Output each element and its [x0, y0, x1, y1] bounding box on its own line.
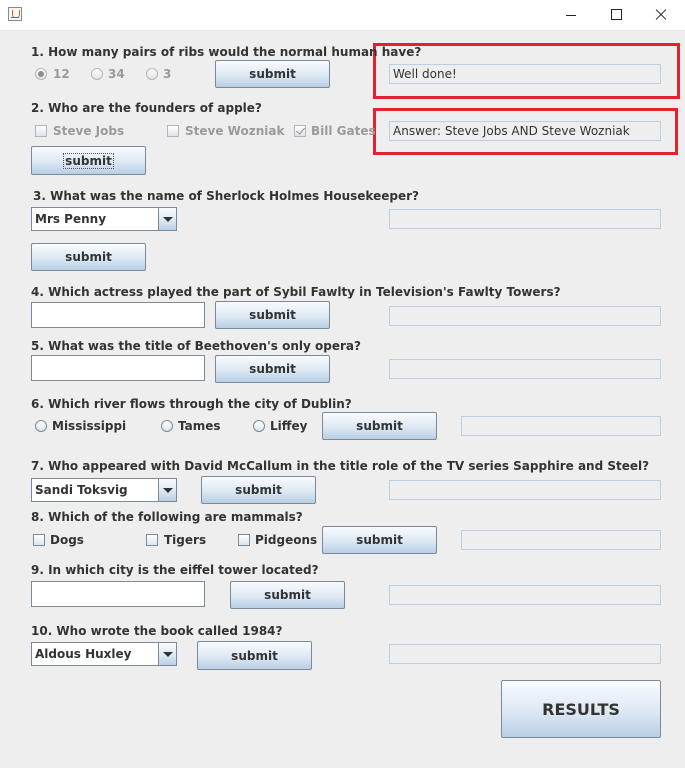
- q1-option-12-label: 12: [53, 67, 70, 81]
- q1-radio-12[interactable]: [35, 68, 47, 80]
- java-app-icon: [8, 7, 22, 21]
- q6-radio-liffey[interactable]: [253, 420, 265, 432]
- q2-option-steve-wozniak-label: Steve Wozniak: [185, 124, 285, 138]
- q6-feedback-field: [461, 416, 661, 436]
- q3-combo-box[interactable]: Mrs Penny: [31, 207, 177, 231]
- q1-feedback-field: Well done!: [389, 64, 661, 84]
- results-button[interactable]: RESULTS: [501, 680, 661, 738]
- question-4-label: 4. Which actress played the part of Sybi…: [31, 285, 561, 299]
- q4-answer-input[interactable]: [31, 302, 205, 328]
- q5-feedback-field: [389, 359, 661, 379]
- q8-checkbox-dogs[interactable]: [33, 534, 45, 546]
- q8-submit-button[interactable]: submit: [322, 526, 437, 554]
- question-8-label: 8. Which of the following are mammals?: [31, 510, 303, 524]
- q6-submit-button[interactable]: submit: [322, 412, 437, 440]
- q2-checkbox-steve-jobs[interactable]: [35, 125, 47, 137]
- chevron-down-icon[interactable]: [158, 479, 176, 501]
- q10-submit-button[interactable]: submit: [197, 641, 312, 670]
- minimize-icon[interactable]: [548, 0, 594, 30]
- q3-feedback-field: [389, 209, 661, 229]
- q8-checkbox-pidgeons[interactable]: [238, 534, 250, 546]
- q10-feedback-field: [389, 644, 661, 664]
- q7-submit-button[interactable]: submit: [201, 476, 316, 504]
- q3-submit-button[interactable]: submit: [31, 243, 146, 271]
- question-1-label: 1. How many pairs of ribs would the norm…: [31, 45, 422, 59]
- q10-combo-box[interactable]: Aldous Huxley: [31, 642, 177, 666]
- q9-answer-input[interactable]: [31, 581, 205, 607]
- maximize-icon[interactable]: [593, 0, 639, 30]
- q9-submit-button[interactable]: submit: [230, 581, 345, 609]
- question-7-label: 7. Who appeared with David McCallum in t…: [31, 459, 650, 473]
- q8-option-dogs-label: Dogs: [50, 533, 84, 547]
- close-icon[interactable]: [638, 0, 684, 30]
- q2-option-bill-gates-label: Bill Gates: [311, 124, 376, 138]
- q8-feedback-field: [461, 530, 661, 550]
- chevron-down-icon[interactable]: [158, 208, 176, 230]
- q9-feedback-field: [389, 585, 661, 605]
- q7-combo-selected: Sandi Toksvig: [35, 483, 128, 497]
- q8-option-pidgeons-label: Pidgeons: [255, 533, 318, 547]
- q2-feedback-field: Answer: Steve Jobs AND Steve Wozniak: [389, 121, 661, 141]
- chevron-down-icon[interactable]: [158, 643, 176, 665]
- q6-radio-mississippi[interactable]: [35, 420, 47, 432]
- q3-combo-selected: Mrs Penny: [35, 212, 107, 226]
- q4-submit-button[interactable]: submit: [215, 301, 330, 329]
- q7-combo-box[interactable]: Sandi Toksvig: [31, 478, 177, 502]
- question-3-label: 3. What was the name of Sherlock Holmes …: [33, 189, 419, 203]
- q5-answer-input[interactable]: [31, 355, 205, 381]
- q1-submit-button[interactable]: submit: [215, 60, 330, 88]
- question-5-label: 5. What was the title of Beethoven's onl…: [31, 339, 361, 353]
- q1-option-34-label: 34: [108, 67, 125, 81]
- q1-radio-3[interactable]: [146, 68, 158, 80]
- q6-option-mississippi-label: Mississippi: [52, 419, 127, 433]
- q2-checkbox-steve-wozniak[interactable]: [167, 125, 179, 137]
- q4-feedback-field: [389, 306, 661, 326]
- question-9-label: 9. In which city is the eiffel tower loc…: [31, 563, 319, 577]
- q2-option-steve-jobs-label: Steve Jobs: [53, 124, 125, 138]
- question-10-label: 10. Who wrote the book called 1984?: [31, 624, 283, 638]
- q6-option-liffey-label: Liffey: [270, 419, 308, 433]
- q5-submit-button[interactable]: submit: [215, 355, 330, 383]
- q10-combo-selected: Aldous Huxley: [35, 647, 132, 661]
- q2-submit-button[interactable]: submit: [31, 146, 146, 175]
- q7-feedback-field: [389, 480, 661, 500]
- question-6-label: 6. Which river flows through the city of…: [31, 397, 352, 411]
- question-2-label: 2. Who are the founders of apple?: [31, 101, 262, 115]
- q2-checkbox-bill-gates[interactable]: [294, 125, 306, 137]
- q1-radio-34[interactable]: [91, 68, 103, 80]
- q6-radio-tames[interactable]: [161, 420, 173, 432]
- q6-option-tames-label: Tames: [178, 419, 221, 433]
- q8-option-tigers-label: Tigers: [164, 533, 207, 547]
- q1-option-3-label: 3: [163, 67, 172, 81]
- q8-checkbox-tigers[interactable]: [146, 534, 158, 546]
